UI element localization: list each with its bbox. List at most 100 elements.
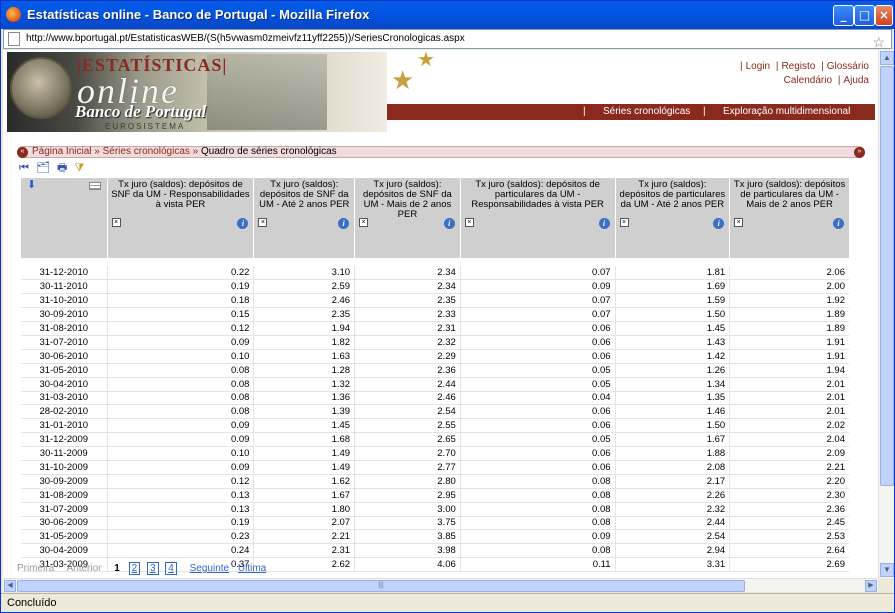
value-cell: 0.19: [106, 516, 254, 531]
calendario-link[interactable]: Calendário: [784, 75, 832, 86]
value-cell: 1.49: [253, 446, 355, 461]
value-cell: 2.32: [354, 335, 461, 350]
value-cell: 1.89: [729, 307, 849, 323]
value-cell: 1.69: [614, 279, 730, 295]
value-cell: 0.08: [106, 377, 254, 392]
info-icon[interactable]: i: [713, 218, 725, 229]
filter-icon[interactable]: ⧩: [74, 162, 84, 175]
remove-column-icon[interactable]: ×: [464, 218, 474, 227]
back-nav-icon[interactable]: «: [17, 147, 28, 158]
scroll-down-icon[interactable]: ▼: [880, 563, 894, 577]
value-cell: 3.00: [354, 502, 461, 517]
horizontal-scroll-thumb[interactable]: |||: [17, 580, 745, 592]
value-cell: 0.12: [106, 321, 254, 336]
remove-column-icon[interactable]: ×: [619, 218, 629, 227]
date-cell: 31-05-2010: [21, 363, 107, 378]
pager-next[interactable]: Seguinte: [190, 563, 229, 574]
date-cell: 31-03-2010: [21, 391, 107, 406]
date-cell: 31-01-2010: [21, 418, 107, 434]
nav-exploracao[interactable]: Exploração multidimensional: [723, 106, 850, 117]
nav-series[interactable]: Séries cronológicas: [603, 106, 690, 117]
value-cell: 2.04: [729, 432, 849, 448]
horizontal-scrollbar[interactable]: ◀ ||| ▶: [3, 578, 878, 592]
column-header-label: Tx juro (saldos): depósitos de particula…: [471, 179, 604, 210]
export-icon[interactable]: 🗂: [36, 161, 50, 174]
value-cell: 3.10: [253, 266, 355, 281]
scroll-left-icon[interactable]: ◀: [4, 580, 16, 592]
value-cell: 3.85: [354, 529, 461, 545]
table-row: 31-08-2009 0.13 1.67 2.95 0.08 2.26 2.30: [21, 488, 849, 503]
value-cell: 0.22: [106, 266, 254, 281]
value-cell: 2.01: [729, 404, 849, 420]
table-body: 31-12-2010 0.22 3.10 2.34 0.07 1.81 2.06 30-11-…: [21, 266, 849, 573]
info-icon[interactable]: i: [833, 218, 844, 229]
date-cell: 31-08-2009: [21, 488, 107, 503]
date-cell: 30-09-2009: [21, 474, 107, 489]
table-row: 30-06-2010 0.10 1.63 2.29 0.06 1.42 1.91: [21, 349, 849, 364]
info-icon[interactable]: i: [598, 218, 610, 229]
remove-column-icon[interactable]: ×: [734, 218, 744, 227]
date-cell: 28-02-2010: [21, 404, 107, 420]
site-header: |ESTATÍSTICAS| online Banco de Portugal …: [7, 50, 875, 132]
value-cell: 1.43: [614, 335, 730, 350]
pagination: Primeira Anterior 1 2 3 4 Seguinte Ultim…: [17, 562, 266, 575]
value-cell: 0.06: [459, 446, 616, 461]
date-cell: 31-07-2010: [21, 335, 107, 350]
value-cell: 3.98: [354, 543, 461, 559]
scroll-up-icon[interactable]: ▲: [880, 51, 894, 65]
pager-page-3[interactable]: 3: [146, 562, 159, 575]
maximize-button[interactable]: □: [854, 5, 875, 26]
value-cell: 2.45: [729, 516, 849, 531]
pager-page-2[interactable]: 2: [128, 562, 141, 575]
minimize-button[interactable]: _: [833, 5, 854, 26]
breadcrumb-home[interactable]: Página Inicial: [32, 146, 91, 157]
print-icon[interactable]: 🖶: [57, 159, 67, 178]
info-icon[interactable]: i: [237, 218, 249, 229]
value-cell: 2.07: [253, 516, 355, 531]
title-bar[interactable]: Estatísticas online - Banco de Portugal …: [1, 1, 894, 29]
value-cell: 2.77: [354, 460, 461, 475]
breadcrumb-series[interactable]: Séries cronológicas: [103, 146, 190, 157]
info-icon[interactable]: i: [338, 218, 350, 229]
top-links: | Login | Registo | Glossário Calendário | A…: [739, 61, 869, 86]
ajuda-link[interactable]: Ajuda: [843, 75, 869, 86]
info-icon[interactable]: i: [443, 218, 455, 229]
value-cell: 2.34: [354, 279, 461, 295]
value-cell: 1.45: [614, 321, 730, 336]
value-cell: 0.09: [106, 432, 254, 448]
breadcrumb: « Página Inicial » Séries cronológicas »…: [17, 146, 865, 158]
value-cell: 1.89: [729, 321, 849, 336]
glossario-link[interactable]: Glossário: [827, 61, 869, 72]
remove-column-icon[interactable]: ×: [111, 218, 121, 227]
scroll-right-icon[interactable]: ▶: [865, 580, 877, 592]
registo-link[interactable]: Registo: [781, 61, 815, 72]
window-title: Estatísticas online - Banco de Portugal …: [27, 7, 370, 22]
forward-nav-icon[interactable]: »: [854, 147, 865, 158]
close-button[interactable]: ×: [875, 5, 893, 26]
table-row: 31-05-2009 0.23 2.21 3.85 0.09 2.54 2.53: [21, 529, 849, 545]
table-row: 28-02-2010 0.08 1.39 2.54 0.06 1.46 2.01: [21, 404, 849, 420]
pager-last[interactable]: Ultima: [238, 563, 266, 574]
remove-column-icon[interactable]: ×: [258, 218, 268, 227]
first-icon[interactable]: ⏮: [19, 162, 29, 175]
value-cell: 2.33: [354, 307, 461, 323]
grid-icon[interactable]: [88, 182, 101, 190]
vertical-scrollbar[interactable]: ▲ ▼: [878, 50, 894, 578]
login-link[interactable]: Login: [746, 61, 770, 72]
vertical-scroll-thumb[interactable]: [880, 66, 894, 486]
series-table: ⬇ Tx juro (saldos): depósitos de SNF da …: [21, 178, 849, 573]
address-bar[interactable]: http://www.bportugal.pt/EstatisticasWEB/…: [3, 29, 892, 50]
url-text[interactable]: http://www.bportugal.pt/EstatisticasWEB/…: [26, 33, 465, 44]
value-cell: 1.67: [614, 432, 730, 448]
date-cell: 31-08-2010: [21, 321, 107, 336]
table-row: 30-09-2009 0.12 1.62 2.80 0.08 2.17 2.20: [21, 474, 849, 489]
value-cell: 0.15: [106, 307, 254, 323]
value-cell: 1.28: [253, 363, 355, 378]
sort-down-icon[interactable]: ⬇: [27, 180, 36, 191]
value-cell: 2.44: [354, 377, 461, 392]
remove-column-icon[interactable]: ×: [359, 218, 369, 227]
value-cell: 4.06: [354, 557, 461, 573]
value-cell: 0.11: [459, 557, 616, 573]
pager-page-4[interactable]: 4: [165, 562, 177, 575]
table-row: 30-06-2009 0.19 2.07 3.75 0.08 2.44 2.45: [21, 516, 849, 531]
